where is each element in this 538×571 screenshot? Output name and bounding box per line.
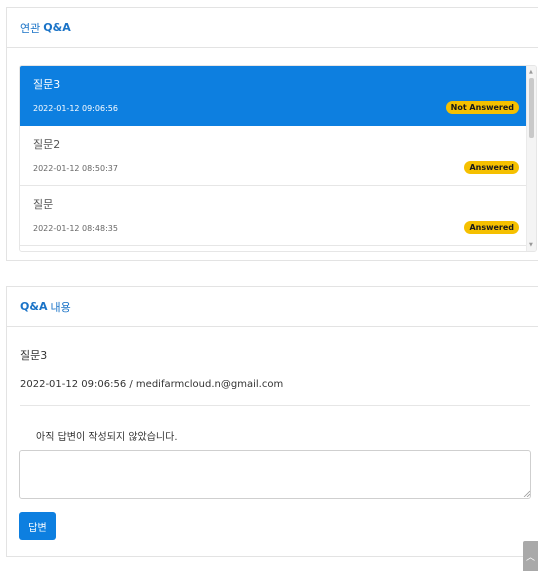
qa-item-title: 질문 (33, 198, 54, 211)
qa-content-header-suffix: 내용 (50, 300, 71, 314)
list-scrollbar[interactable]: ▲ ▼ (526, 66, 536, 251)
related-qa-header-prefix: 연관 (20, 21, 41, 35)
qa-list-item-active[interactable]: 질문3 2022-01-12 09:06:56 Not Answered (20, 66, 528, 126)
answer-input[interactable] (19, 450, 531, 499)
scrollbar-thumb[interactable] (529, 78, 534, 138)
scroll-up-arrow-icon[interactable]: ▲ (529, 69, 533, 75)
qa-content-header-main: Q&A (20, 300, 48, 313)
status-badge: Answered (464, 221, 519, 234)
qa-content-card: Q&A 내용 질문3 2022-01-12 09:06:56 / medifar… (6, 286, 538, 557)
related-qa-header-main: Q&A (43, 21, 71, 34)
back-to-top-button[interactable]: ︿ (523, 541, 538, 571)
submit-answer-button[interactable]: 답변 (19, 512, 56, 540)
qa-content-header: Q&A 내용 (7, 287, 538, 327)
status-badge: Answered (464, 161, 519, 174)
chevron-up-icon: ︿ (525, 552, 535, 563)
answer-status-text: 아직 답변이 작성되지 않았습니다. (36, 432, 178, 443)
status-badge: Not Answered (445, 101, 519, 114)
divider (20, 405, 530, 406)
question-title: 질문3 (20, 349, 48, 362)
question-meta: 2022-01-12 09:06:56 / medifarmcloud.n@gm… (20, 379, 284, 390)
scroll-down-arrow-icon[interactable]: ▼ (529, 242, 533, 248)
related-qa-header: 연관 Q&A (7, 8, 538, 48)
resize-grip-icon[interactable] (523, 490, 530, 497)
qa-list-item[interactable]: 질문 2022-01-12 08:48:35 Answered (20, 186, 528, 246)
qa-item-title: 질문2 (33, 138, 61, 151)
related-qa-card: 연관 Q&A 질문3 2022-01-12 09:06:56 Not Answe… (6, 7, 538, 261)
related-qa-list[interactable]: 질문3 2022-01-12 09:06:56 Not Answered 질문2… (19, 65, 537, 252)
qa-list-item[interactable]: 질문2 2022-01-12 08:50:37 Answered (20, 126, 528, 186)
qa-item-title: 질문3 (33, 78, 61, 91)
qa-item-date: 2022-01-12 08:50:37 (33, 164, 118, 173)
qa-item-date: 2022-01-12 09:06:56 (33, 104, 118, 113)
qa-item-date: 2022-01-12 08:48:35 (33, 224, 118, 233)
